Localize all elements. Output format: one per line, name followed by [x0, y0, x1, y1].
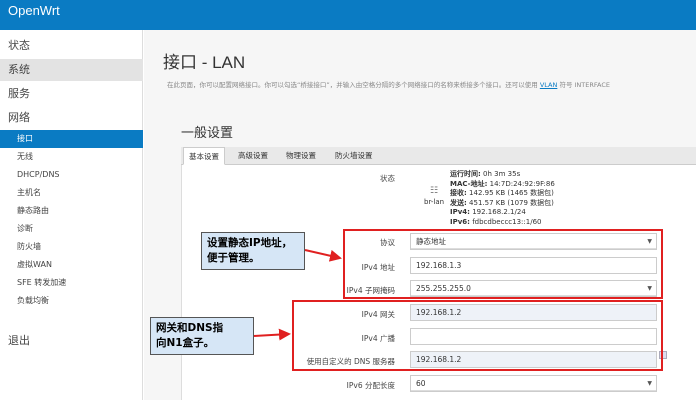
- rx-value: 142.95 KB (1465 数据包): [469, 189, 554, 197]
- page-desc-prefix: 在此页面，你可以配置网络接口。你可以勾选“桥接接口”，并输入由空格分隔的多个网络…: [167, 81, 538, 89]
- nav-virtual-wan[interactable]: 虚拟WAN: [0, 256, 143, 274]
- mac-value: 14:7D:24:92:9F:86: [489, 179, 555, 188]
- nav-load-balancing[interactable]: 负载均衡: [0, 292, 143, 310]
- page-desc-suffix: 符号 INTERFACE: [559, 81, 610, 89]
- nav-static-routes[interactable]: 静态路由: [0, 202, 143, 220]
- ipv6-assign-value: 60: [416, 379, 426, 388]
- callout-static-ip: 设置静态IP地址， 便于管理。: [201, 232, 305, 270]
- nav-logout[interactable]: 退出: [8, 332, 30, 348]
- tab-firewall[interactable]: 防火墙设置: [330, 147, 378, 165]
- nav-dhcp-dns[interactable]: DHCP/DNS: [0, 166, 143, 184]
- top-bar: OpenWrt: [0, 0, 696, 30]
- vlan-link[interactable]: VLAN: [540, 81, 558, 89]
- section-title: 一般设置: [181, 125, 234, 140]
- callout2-line1: 网关和DNS指: [156, 322, 224, 334]
- tx-value: 451.57 KB (1079 数据包): [469, 198, 554, 207]
- tab-advanced[interactable]: 高级设置: [233, 147, 273, 165]
- nav-hostnames[interactable]: 主机名: [0, 184, 143, 202]
- nav-services[interactable]: 服务: [0, 83, 143, 105]
- uptime-key: 运行时间:: [450, 170, 481, 178]
- ipv6-value: fdbcdbeccc13::1/60: [472, 217, 542, 226]
- ipv6-key: IPv6:: [450, 217, 470, 226]
- network-interface-icon: ☷: [430, 186, 439, 196]
- nav-wireless[interactable]: 无线: [0, 148, 143, 166]
- tab-basic[interactable]: 基本设置: [183, 147, 225, 165]
- tab-physical[interactable]: 物理设置: [281, 147, 321, 165]
- page-title: 接口 - LAN: [163, 53, 246, 72]
- ipv4-key: IPv4:: [450, 208, 470, 216]
- nav-system[interactable]: 系统: [0, 59, 143, 81]
- interface-name: br-lan: [424, 198, 445, 206]
- callout1-line1: 设置静态IP地址，: [207, 237, 293, 249]
- nav-status[interactable]: 状态: [0, 35, 143, 57]
- ipv4-value: 192.168.2.1/24: [472, 208, 526, 216]
- nav-sfe[interactable]: SFE 转发加速: [0, 274, 143, 292]
- status-info: 运行时间: 0h 3m 35s MAC-地址: 14:7D:24:92:9F:8…: [450, 170, 555, 227]
- chevron-down-icon: ▼: [647, 380, 652, 387]
- ipv6-assign-select[interactable]: 60 ▼: [410, 375, 657, 392]
- nav-interfaces[interactable]: 接口: [0, 130, 143, 148]
- highlight-box-gateway-dns: [292, 300, 663, 371]
- brand-logo[interactable]: OpenWrt: [8, 3, 60, 18]
- nav-firewall[interactable]: 防火墙: [0, 238, 143, 256]
- callout1-line2: 便于管理。: [207, 252, 260, 264]
- mac-key: MAC-地址:: [450, 179, 488, 188]
- ipv6-assign-label: IPv6 分配长度: [346, 381, 395, 390]
- tab-bar: 基本设置 高级设置 物理设置 防火墙设置: [181, 147, 696, 165]
- highlight-box-static-ip: [343, 229, 663, 299]
- tx-key: 发送:: [450, 198, 467, 207]
- callout-gateway-dns: 网关和DNS指 向N1盒子。: [150, 317, 254, 355]
- status-label: 状态: [380, 174, 395, 183]
- rx-key: 接收:: [450, 189, 467, 197]
- page-description: 在此页面，你可以配置网络接口。你可以勾选“桥接接口”，并输入由空格分隔的多个网络…: [167, 79, 610, 89]
- uptime-value: 0h 3m 35s: [483, 170, 521, 178]
- nav-network[interactable]: 网络: [0, 107, 143, 129]
- nav-diagnostics[interactable]: 诊断: [0, 220, 143, 238]
- callout2-line2: 向N1盒子。: [156, 337, 215, 349]
